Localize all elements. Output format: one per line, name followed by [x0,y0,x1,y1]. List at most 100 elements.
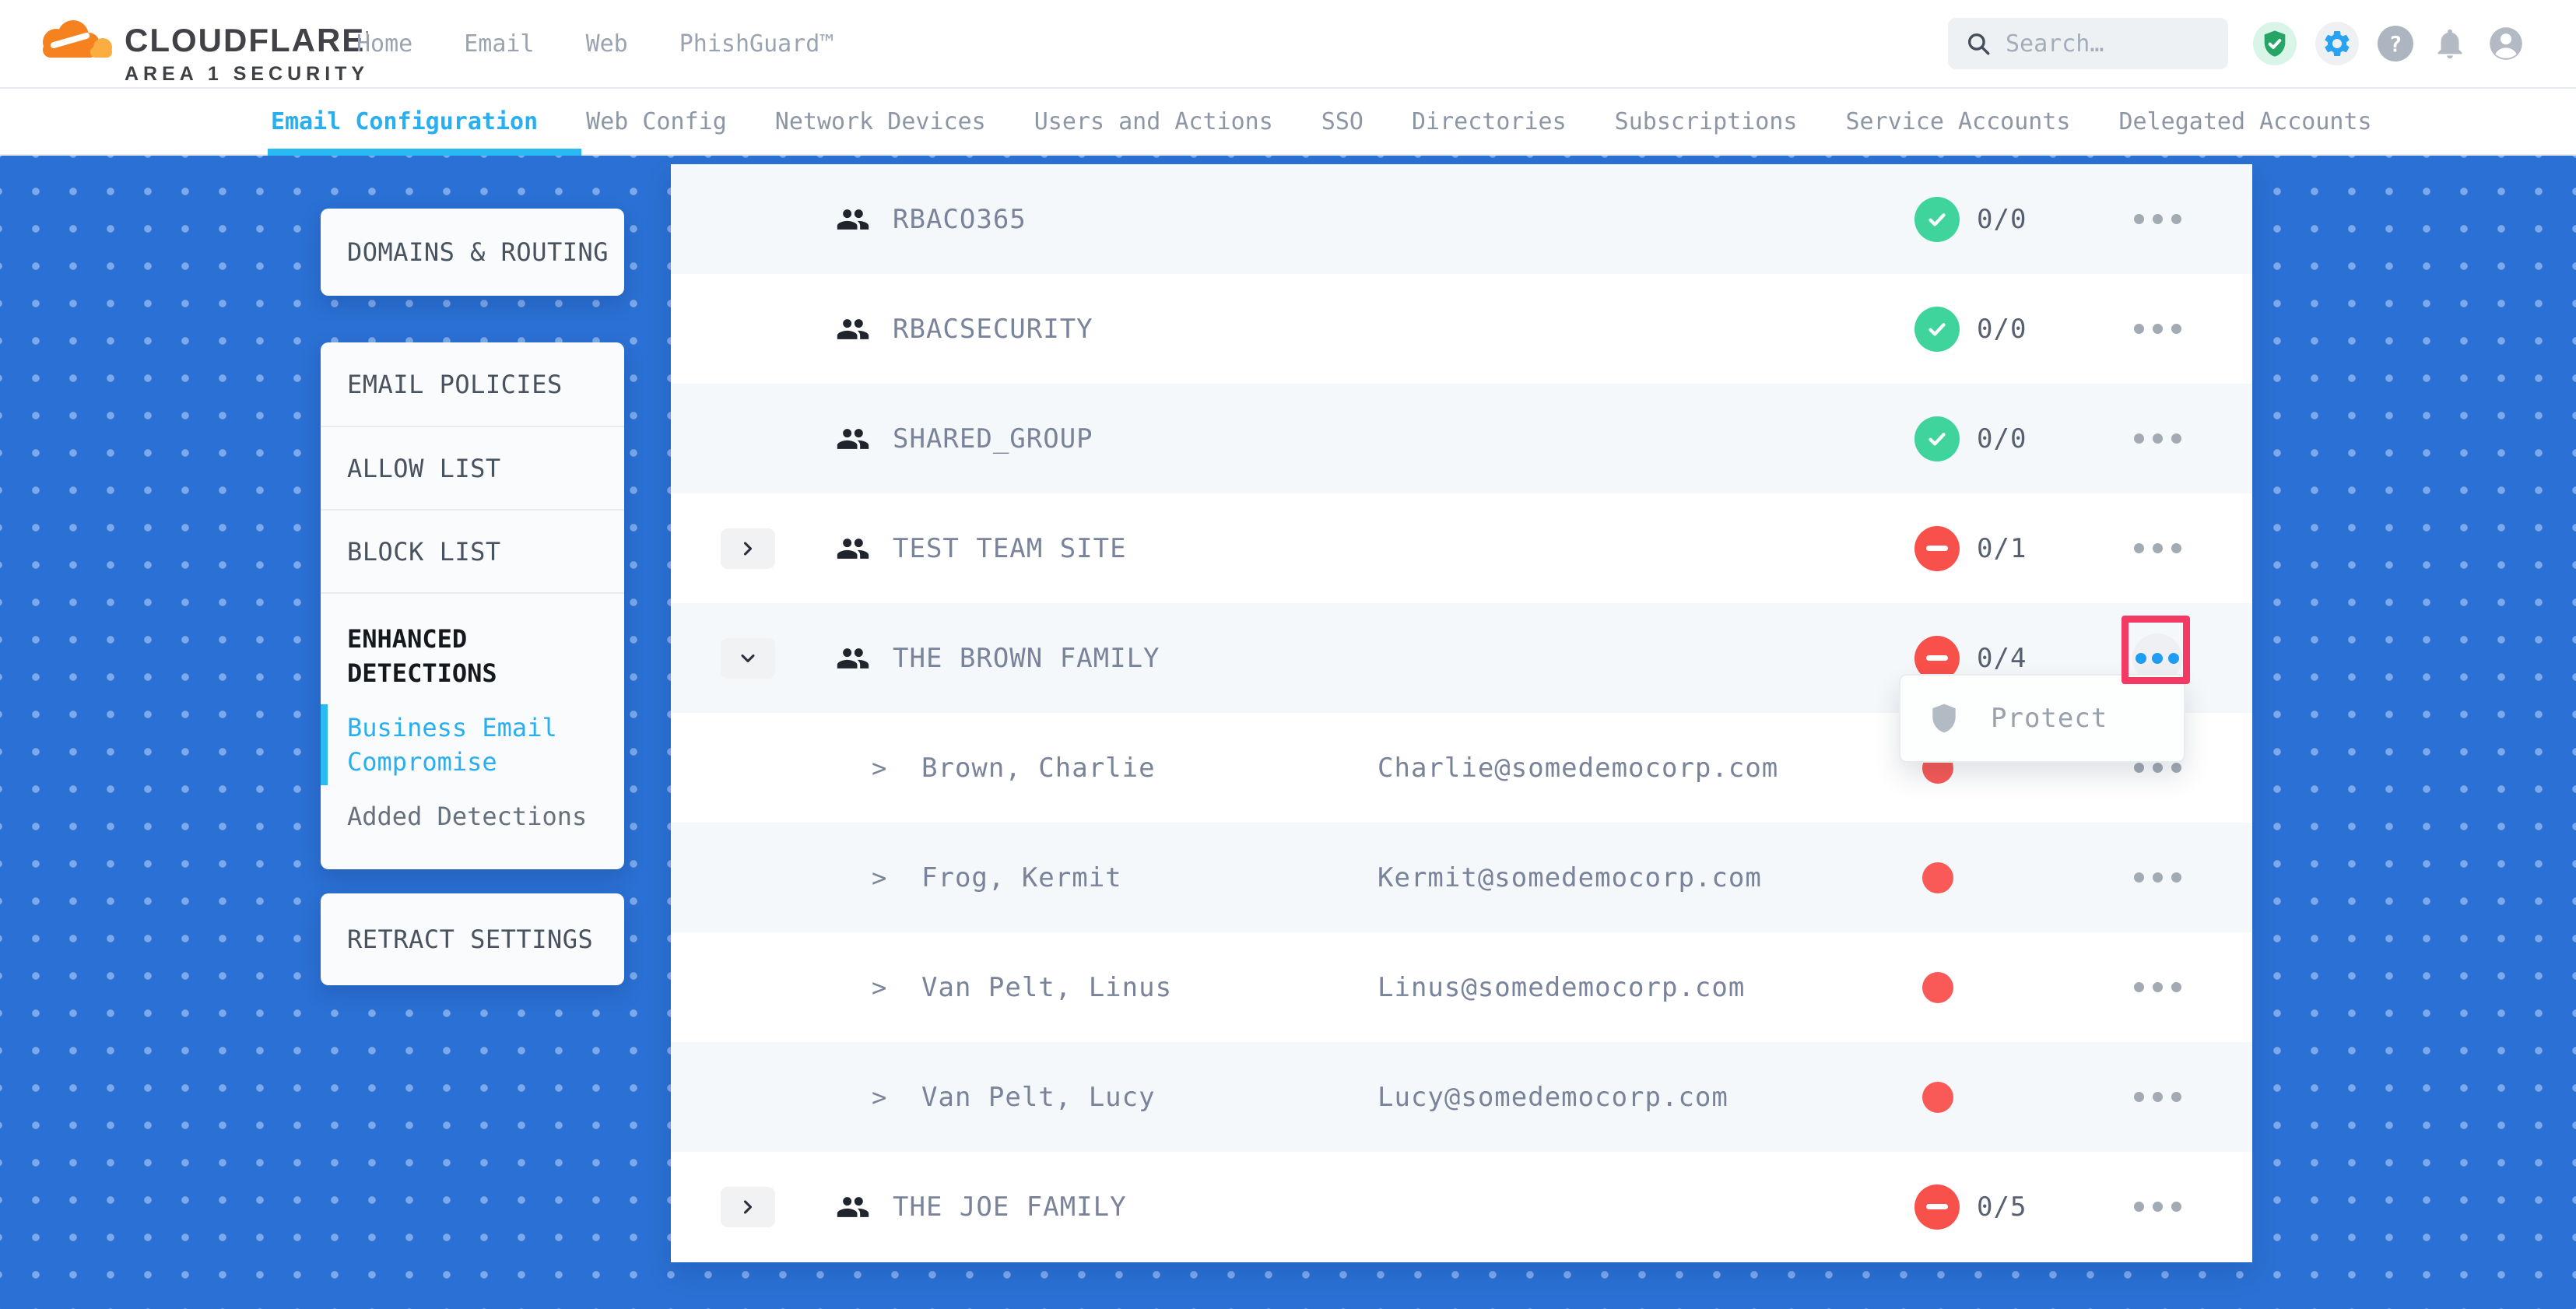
primary-nav: Home Email Web PhishGuard™ [356,0,834,87]
unprotected-status-icon [1914,526,1960,571]
brand-product-line: AREA 1 SECURITY [125,63,370,86]
sidebar-item-block-list[interactable]: BLOCK LIST [321,509,624,592]
sidebar-policies-card: EMAIL POLICIES ALLOW LIST BLOCK LIST ENH… [321,342,624,869]
protect-count: 0/5 [1977,1191,2027,1223]
group-name: RBACO365 [893,204,1027,235]
unprotected-status-icon [1914,1184,1960,1230]
sidebar-item-domains-routing[interactable]: DOMAINS & ROUTING [321,209,624,296]
row-actions-menu-button[interactable] [2112,304,2202,354]
collapse-row-button[interactable] [721,638,775,679]
top-app-bar: CLOUDFLARE’ AREA 1 SECURITY Home Email W… [0,0,2576,89]
chevron-right-icon [737,1196,759,1218]
protect-count: 0/0 [1977,314,2027,345]
nav-item-home[interactable]: Home [356,30,412,58]
table-row[interactable]: RBACSECURITY 0/0 [671,274,2252,384]
unprotected-dot [1922,862,1953,893]
group-name: TEST TEAM SITE [893,533,1127,564]
table-row[interactable]: > Van Pelt, Lucy Lucy@somedemocorp.com [671,1042,2252,1152]
protect-count: 0/0 [1977,204,2027,235]
group-icon [836,1190,870,1224]
config-tab-bar: Email Configuration Web Config Network D… [0,89,2576,156]
nav-item-email[interactable]: Email [464,30,534,58]
sidebar-item-retract-settings[interactable]: RETRACT SETTINGS [321,893,624,985]
tab-directories[interactable]: Directories [1412,89,1567,154]
row-actions-menu-button[interactable] [2112,195,2202,244]
top-icon-cluster: ? [2253,0,2525,87]
sidebar-item-allow-list[interactable]: ALLOW LIST [321,426,624,509]
unprotected-dot [1922,1082,1953,1113]
row-actions-menu-button[interactable] [2112,853,2202,903]
chevron-right-icon: > [872,973,886,1002]
table-row[interactable]: > Van Pelt, Linus Linus@somedemocorp.com [671,932,2252,1042]
protect-count: 0/0 [1977,423,2027,454]
protection-shield-icon[interactable] [2253,22,2297,65]
tab-subscriptions[interactable]: Subscriptions [1615,89,1798,154]
table-row[interactable]: RBACO365 0/0 [671,164,2252,274]
group-icon [836,202,870,237]
group-icon [836,422,870,456]
account-avatar-icon[interactable] [2487,24,2525,63]
nav-item-phishguard[interactable]: PhishGuard™ [679,30,834,58]
group-icon [836,312,870,346]
tab-sso[interactable]: SSO [1321,89,1363,154]
sidebar-item-added-detections[interactable]: Added Detections [347,799,588,833]
notifications-bell-icon[interactable] [2432,26,2468,61]
brand-wordmark: CLOUDFLARE’ [125,22,370,59]
user-email: Linus@somedemocorp.com [1377,972,1745,1003]
search-icon [1965,30,1992,57]
tab-service-accounts[interactable]: Service Accounts [1845,89,2070,154]
menu-item-protect[interactable]: Protect [1991,703,2107,734]
enhanced-detections-title: ENHANCED DETECTIONS [347,622,588,690]
group-name: THE BROWN FAMILY [893,643,1160,674]
protected-status-icon [1914,416,1960,461]
settings-gear-icon[interactable] [2315,22,2359,65]
chevron-down-icon [737,647,759,669]
user-email: Kermit@somedemocorp.com [1377,862,1762,893]
shield-icon [1927,699,1961,738]
user-name: Van Pelt, Lucy [921,1082,1156,1113]
user-name: Frog, Kermit [921,862,1122,893]
row-actions-menu-button[interactable] [2112,414,2202,464]
table-row[interactable]: TEST TEAM SITE 0/1 [671,493,2252,603]
user-email: Charlie@somedemocorp.com [1377,753,1778,784]
group-name: RBACSECURITY [893,314,1093,345]
sidebar-item-email-policies[interactable]: EMAIL POLICIES [321,342,624,426]
user-name: Brown, Charlie [921,753,1156,784]
row-actions-menu-button[interactable] [2112,1072,2202,1122]
chevron-right-icon [737,538,759,560]
unprotected-dot [1922,972,1953,1003]
chevron-right-icon: > [872,753,886,783]
tab-network-devices[interactable]: Network Devices [775,89,986,154]
tab-web-config[interactable]: Web Config [586,89,727,154]
table-row[interactable]: THE JOE FAMILY 0/5 [671,1152,2252,1262]
enhanced-detections-section: ENHANCED DETECTIONS Business Email Compr… [321,592,624,869]
chevron-right-icon: > [872,1083,886,1112]
row-actions-menu-button[interactable] [2112,963,2202,1012]
tab-email-configuration[interactable]: Email Configuration [271,89,538,154]
search-input[interactable] [2006,30,2200,58]
cloudflare-cloud-icon [30,11,117,78]
group-icon [836,641,870,676]
nav-item-web[interactable]: Web [586,30,628,58]
chevron-right-icon: > [872,863,886,893]
expand-row-button[interactable] [721,1187,775,1227]
protected-status-icon [1914,197,1960,242]
search-box[interactable] [1948,18,2228,69]
row-actions-menu-button[interactable] [2112,1182,2202,1232]
protect-count: 0/4 [1977,643,2027,674]
user-name: Van Pelt, Linus [921,972,1172,1003]
user-email: Lucy@somedemocorp.com [1377,1082,1728,1113]
area1-security-app: { "brand": { "wordmark": "CLOUDFLARE", "… [0,0,2576,1309]
group-name: THE JOE FAMILY [893,1191,1127,1223]
table-row[interactable]: > Frog, Kermit Kermit@somedemocorp.com [671,823,2252,932]
table-row[interactable]: SHARED_GROUP 0/0 [671,384,2252,493]
sidebar-item-business-email-compromise[interactable]: Business Email Compromise [347,711,588,779]
expand-row-button[interactable] [721,528,775,569]
group-name: SHARED_GROUP [893,423,1093,454]
protected-status-icon [1914,307,1960,352]
tab-delegated-accounts[interactable]: Delegated Accounts [2118,89,2371,154]
row-actions-menu-button[interactable] [2112,524,2202,574]
help-icon[interactable]: ? [2378,26,2413,61]
row-context-menu: Protect [1899,674,2185,763]
tab-users-and-actions[interactable]: Users and Actions [1034,89,1273,154]
